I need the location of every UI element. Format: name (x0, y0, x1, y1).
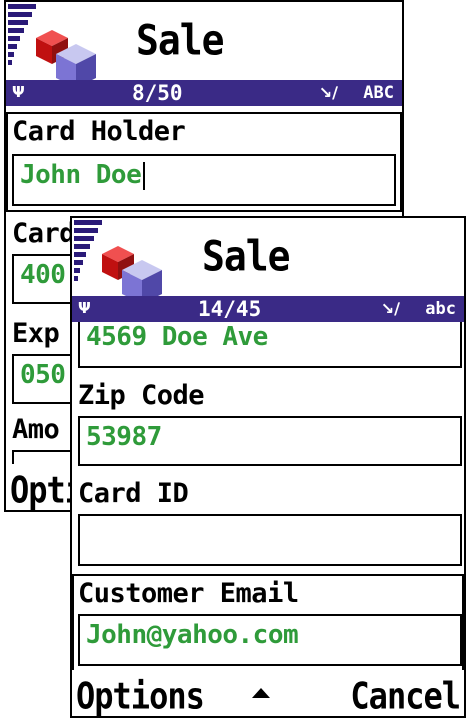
front-screen: Sale Ψ 14/45 ↘∕ abc 4569 Doe Ave Zip Cod… (70, 216, 466, 718)
zip-code-input[interactable]: 53987 (78, 416, 462, 466)
field-value: John@yahoo.com (86, 620, 299, 650)
field-value: 400 (20, 260, 66, 290)
scroll-up-arrow-icon (252, 688, 270, 698)
page-title: Sale (202, 232, 291, 281)
address-input[interactable]: 4569 Doe Ave (78, 322, 462, 368)
card-id-input[interactable] (78, 514, 462, 566)
field-label: Zip Code (78, 380, 205, 411)
header: Sale (6, 2, 402, 88)
antenna-icon: Ψ (12, 83, 25, 101)
header: Sale (72, 218, 464, 304)
status-bar: Ψ 14/45 ↘∕ abc (72, 296, 464, 322)
field-label: Exp (12, 318, 60, 349)
field-label: Amo (12, 414, 60, 445)
char-counter: 14/45 (198, 297, 262, 321)
input-mode: ABC (363, 83, 394, 103)
field-label: Customer Email (78, 578, 299, 609)
field-value: 050 (20, 360, 66, 390)
card-holder-input[interactable]: John Doe (12, 154, 396, 206)
field-label: Card ID (78, 478, 189, 509)
softkey-bar: Options Cancel (72, 670, 464, 716)
field-label: Card Holder (12, 116, 186, 147)
customer-email-input[interactable]: John@yahoo.com (78, 614, 462, 666)
text-caret (143, 161, 146, 190)
char-counter: 8/50 (132, 81, 183, 105)
field-value: 4569 Doe Ave (86, 322, 268, 352)
field-value: 53987 (86, 422, 162, 452)
field-label: Card (12, 218, 76, 249)
field-value: John Doe (20, 160, 146, 190)
cancel-softkey[interactable]: Cancel (350, 674, 461, 716)
antenna-icon: Ψ (78, 299, 91, 317)
pen-icon: ↘∕ (318, 83, 338, 102)
options-softkey[interactable]: Options (76, 674, 205, 716)
input-mode: abc (425, 299, 456, 319)
page-title: Sale (136, 16, 225, 65)
pen-icon: ↘∕ (380, 299, 400, 318)
status-bar: Ψ 8/50 ↘∕ ABC (6, 80, 402, 106)
